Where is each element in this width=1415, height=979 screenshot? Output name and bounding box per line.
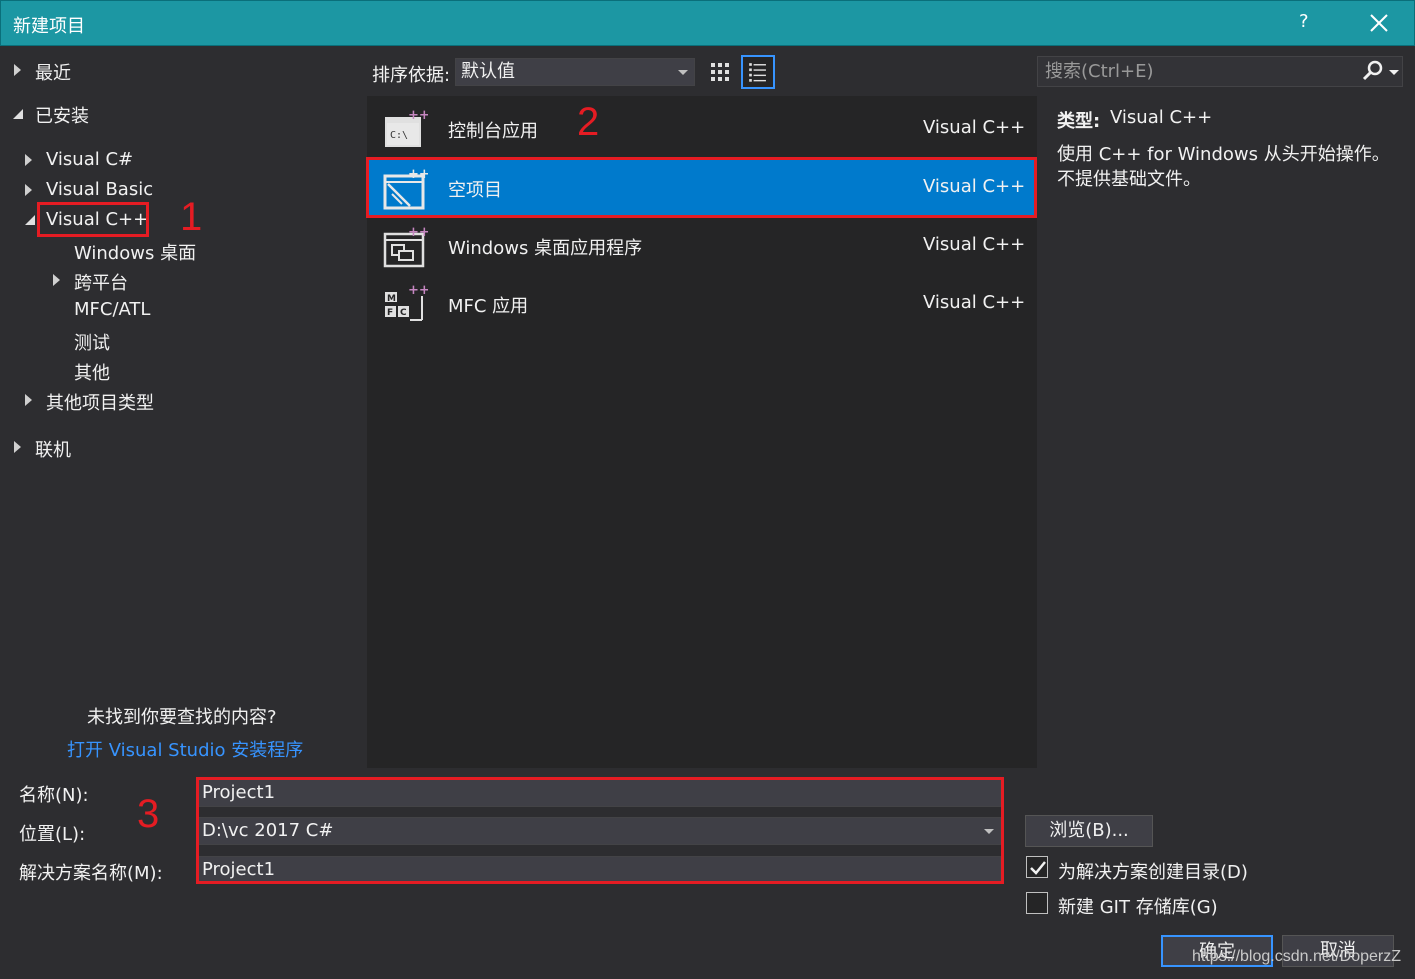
- template-language: Visual C++: [923, 292, 1026, 313]
- template-name: 控制台应用: [448, 121, 538, 142]
- create-directory-label[interactable]: 为解决方案创建目录(D): [1058, 858, 1248, 884]
- window-title: 新建项目: [13, 16, 85, 37]
- list-view-icon[interactable]: [741, 55, 775, 89]
- collapse-arrow-icon[interactable]: [24, 214, 36, 226]
- template-name: MFC 应用: [448, 296, 529, 317]
- create-directory-checkbox[interactable]: [1026, 856, 1048, 878]
- watermark-text: https://blog.csdn.net/DoperzZ: [1192, 948, 1401, 965]
- annotation-number-3: 3: [137, 792, 160, 836]
- svg-text:++: ++: [408, 108, 428, 123]
- template-name: Windows 桌面应用程序: [448, 238, 643, 259]
- svg-text:++: ++: [408, 225, 428, 240]
- not-found-text: 未找到你要查找的内容?: [87, 707, 277, 728]
- chevron-down-icon: [678, 70, 688, 75]
- expand-arrow-icon[interactable]: [25, 394, 32, 406]
- sort-label: 排序依据:: [372, 65, 451, 86]
- svg-text:++: ++: [408, 283, 428, 298]
- expand-arrow-icon[interactable]: [14, 441, 21, 453]
- description-line: 不提供基础文件。: [1057, 169, 1201, 190]
- small-icons-view-icon[interactable]: [703, 55, 737, 89]
- template-language: Visual C++: [923, 117, 1026, 138]
- template-language: Visual C++: [923, 234, 1026, 255]
- svg-text:M: M: [387, 294, 396, 304]
- expand-arrow-icon[interactable]: [14, 64, 21, 76]
- tree-item-windows-desktop[interactable]: Windows 桌面: [74, 239, 196, 265]
- console-app-icon: C:\ ++: [385, 108, 428, 147]
- tree-item-other-project-types[interactable]: 其他项目类型: [46, 389, 154, 415]
- browse-button[interactable]: 浏览(B)...: [1025, 815, 1153, 847]
- tree-item-cross-platform[interactable]: 跨平台: [74, 269, 128, 295]
- search-icon[interactable]: [1362, 60, 1384, 82]
- type-label: 类型:: [1057, 111, 1101, 132]
- create-git-repo-checkbox[interactable]: [1026, 892, 1048, 914]
- tree-item-installed[interactable]: 已安装: [35, 102, 89, 128]
- description-line: 使用 C++ for Windows 从头开始操作。: [1057, 144, 1390, 165]
- tree-item-visual-csharp[interactable]: Visual C#: [46, 149, 133, 170]
- tree-item-other[interactable]: 其他: [74, 359, 110, 385]
- svg-text:C:\: C:\: [390, 130, 408, 141]
- tree-item-visual-basic[interactable]: Visual Basic: [46, 179, 153, 200]
- location-label: 位置(L):: [19, 824, 86, 845]
- solution-name-label: 解决方案名称(M):: [19, 863, 163, 884]
- highlight-box-2: [366, 157, 1037, 218]
- type-value: Visual C++: [1110, 107, 1213, 128]
- help-button[interactable]: ?: [1299, 11, 1309, 32]
- expand-arrow-icon[interactable]: [25, 184, 32, 196]
- svg-text:C: C: [400, 308, 407, 318]
- windows-desktop-app-icon: ++: [383, 225, 428, 268]
- tree-item-online[interactable]: 联机: [35, 436, 71, 462]
- close-icon[interactable]: [1363, 7, 1395, 39]
- check-icon: [1030, 861, 1046, 875]
- template-row-windows-desktop-app[interactable]: ++ Windows 桌面应用程序 Visual C++: [367, 216, 1037, 274]
- expand-arrow-icon[interactable]: [53, 274, 60, 286]
- template-description: 使用 C++ for Windows 从头开始操作。 不提供基础文件。: [1057, 142, 1397, 192]
- expand-arrow-icon[interactable]: [25, 154, 32, 166]
- annotation-number-2: 2: [577, 100, 600, 144]
- title-bar: 新建项目 ?: [0, 0, 1415, 46]
- search-input[interactable]: 搜索(Ctrl+E): [1037, 56, 1403, 87]
- mfc-app-icon: M F C ++: [385, 283, 428, 321]
- highlight-box-1: [37, 202, 149, 237]
- search-placeholder: 搜索(Ctrl+E): [1045, 61, 1154, 82]
- sort-value: 默认值: [461, 61, 515, 82]
- name-label: 名称(N):: [19, 785, 89, 806]
- collapse-arrow-icon[interactable]: [12, 108, 24, 120]
- create-git-repo-label[interactable]: 新建 GIT 存储库(G): [1058, 893, 1218, 919]
- svg-text:F: F: [387, 308, 393, 318]
- chevron-down-icon[interactable]: [1389, 70, 1399, 75]
- tree-item-mfc-atl[interactable]: MFC/ATL: [74, 299, 150, 320]
- open-installer-link[interactable]: 打开 Visual Studio 安装程序: [67, 736, 303, 762]
- tree-item-test[interactable]: 测试: [74, 329, 110, 355]
- annotation-number-1: 1: [180, 195, 203, 239]
- template-row-console-app[interactable]: C:\ ++ 控制台应用 Visual C++: [367, 99, 1037, 157]
- tree-item-recent[interactable]: 最近: [35, 59, 71, 85]
- highlight-box-3: [196, 777, 1004, 884]
- sort-dropdown[interactable]: 默认值: [455, 58, 695, 86]
- template-row-mfc-app[interactable]: M F C ++ MFC 应用 Visual C++: [367, 274, 1037, 332]
